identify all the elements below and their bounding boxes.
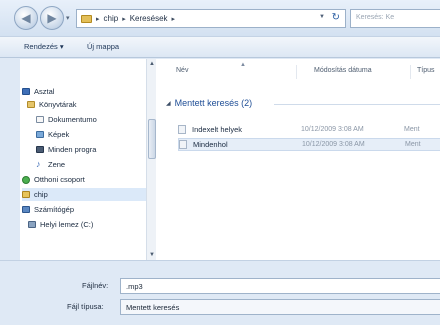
breadcrumb-separator-icon[interactable]: ▸ [172,15,176,23]
refresh-icon[interactable]: ↻ [332,12,340,23]
nav-item-label: Minden progra [48,145,97,154]
new-folder-button[interactable]: Új mappa [87,42,119,51]
recent-pages-chevron-icon[interactable]: ▾ [66,14,70,22]
pictures-icon [36,131,44,138]
sort-caret-icon: ▲ [240,62,246,68]
file-date: 10/12/2009 3:08 AM [302,141,365,148]
collapse-triangle-icon[interactable]: ◢ [166,100,171,107]
nav-item-desktop[interactable]: Asztal [22,85,148,98]
nav-item-homegroup[interactable]: Otthoni csoport [22,173,148,186]
nav-item-label: Zene [48,160,66,169]
file-date: 10/12/2009 3:08 AM [301,126,364,133]
nav-item-label: Otthoni csoport [34,175,85,184]
column-header-name[interactable]: Név [176,67,188,74]
nav-item-programs[interactable]: Minden progra [36,143,154,156]
column-header-date[interactable]: Módosítás dátuma [314,67,372,74]
search-input[interactable]: Keresés: Ke [350,9,440,28]
filename-input[interactable]: .mp3 [120,278,440,294]
command-bar: Rendezés ▾ Új mappa [0,36,440,58]
breadcrumb-chip[interactable]: chip [104,14,119,23]
save-form: Fájlnév: .mp3 Fájl típusa: Mentett keres… [0,260,440,325]
nav-item-label: Dokumentumo [48,115,97,124]
file-name: Indexelt helyek [192,125,243,134]
organize-button[interactable]: Rendezés ▾ [24,42,64,51]
nav-item-label: Képek [48,130,70,139]
user-folder-icon [22,191,30,198]
back-arrow-icon: ◀ [21,11,31,25]
filename-label: Fájlnév: [82,281,109,290]
file-row[interactable]: Indexelt helyek 10/12/2009 3:08 AM Ment [178,123,440,136]
file-type: Ment [404,126,420,133]
nav-item-music[interactable]: ♪ Zene [36,158,154,171]
column-header-type[interactable]: Típus [417,67,435,74]
music-note-icon: ♪ [36,159,41,169]
nav-item-documents[interactable]: Dokumentumo [36,113,154,126]
computer-icon [22,206,30,213]
drive-icon [28,221,36,228]
address-bar-row: ◀ ▶ ▾ ▸ chip ▸ Keresések ▸ ▼ ↻ Keresés: … [0,0,440,36]
nav-item-label: Könyvtárak [39,100,77,109]
group-header[interactable]: ◢ Mentett keresés (2) [166,98,252,108]
nav-item-local-disk[interactable]: Helyi lemez (C:) [28,218,154,231]
saved-search-icon [178,125,186,134]
nav-item-computer[interactable]: Számítógép [22,203,148,216]
scroll-down-icon[interactable]: ▼ [149,252,155,258]
file-type: Ment [405,141,421,148]
nav-item-label: Helyi lemez (C:) [40,220,94,229]
save-dialog: ◀ ▶ ▾ ▸ chip ▸ Keresések ▸ ▼ ↻ Keresés: … [0,0,440,325]
column-divider[interactable] [296,65,297,79]
desktop-icon [22,88,30,95]
navigation-pane: Asztal Könyvtárak Dokumentumo Képek Mind… [20,59,155,260]
group-divider [274,104,440,105]
forward-arrow-icon: ▶ [47,11,57,25]
filetype-label: Fájl típusa: [67,302,104,311]
back-button[interactable]: ◀ [14,6,38,30]
file-list: ▲ Név Módosítás dátuma Típus ◢ Mentett k… [156,59,440,260]
breadcrumb-separator-icon[interactable]: ▸ [96,15,100,23]
address-dropdown-icon[interactable]: ▼ [319,14,325,20]
breadcrumb-searches[interactable]: Keresések [130,14,168,23]
saved-search-icon [179,140,187,149]
filetype-select[interactable]: Mentett keresés [120,299,440,315]
scrollbar-thumb[interactable] [148,119,156,159]
homegroup-icon [22,175,30,184]
nav-item-label: Asztal [34,87,55,96]
nav-scrollbar[interactable]: ▲ ▼ [146,59,156,260]
nav-item-libraries[interactable]: Könyvtárak [27,98,153,111]
nav-item-label: Számítógép [34,205,75,214]
file-name: Mindenhol [193,140,228,149]
nav-item-label: chip [34,190,48,199]
programs-icon [36,146,44,153]
folder-icon [81,14,92,23]
column-divider[interactable] [410,65,411,79]
nav-item-pictures[interactable]: Képek [36,128,154,141]
scroll-up-icon[interactable]: ▲ [149,61,155,67]
nav-item-chip[interactable]: chip [22,188,148,201]
file-row[interactable]: Mindenhol 10/12/2009 3:08 AM Ment [178,138,440,151]
documents-icon [36,116,44,123]
group-label: Mentett keresés (2) [174,98,253,108]
breadcrumb-separator-icon[interactable]: ▸ [122,15,126,23]
libraries-icon [27,101,35,108]
address-bar[interactable]: ▸ chip ▸ Keresések ▸ ▼ ↻ [76,9,346,28]
forward-button[interactable]: ▶ [40,6,64,30]
